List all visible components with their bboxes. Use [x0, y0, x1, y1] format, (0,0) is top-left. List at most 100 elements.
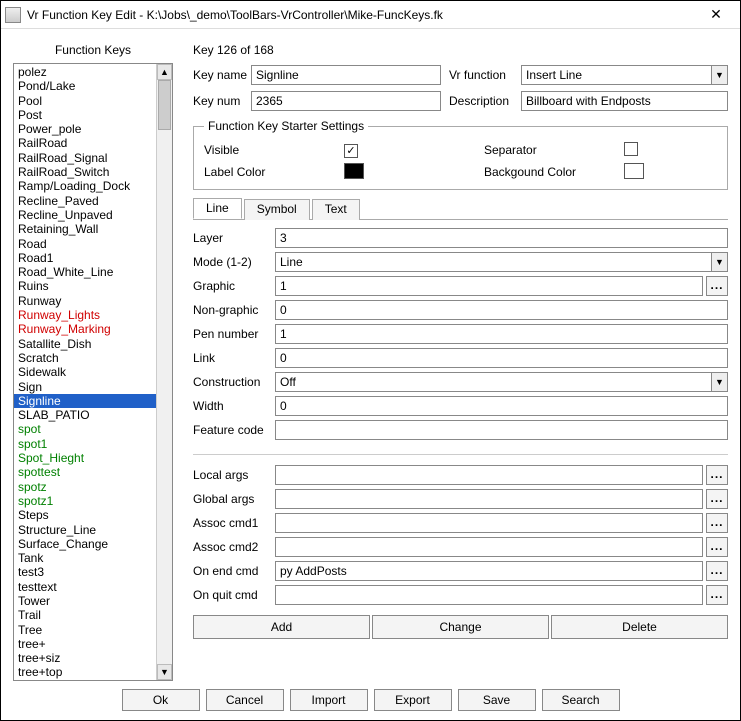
list-item[interactable]: Sign	[14, 380, 156, 394]
localargs-browse-button[interactable]: ...	[706, 465, 728, 485]
add-button[interactable]: Add	[193, 615, 370, 639]
link-label: Link	[193, 351, 275, 365]
list-item[interactable]: spot1	[14, 437, 156, 451]
layer-label: Layer	[193, 231, 275, 245]
list-item[interactable]: Structure_Line	[14, 523, 156, 537]
link-input[interactable]	[275, 348, 728, 368]
list-item[interactable]: Signline	[14, 394, 156, 408]
list-item[interactable]: spotz1	[14, 494, 156, 508]
export-button[interactable]: Export	[374, 689, 452, 711]
list-item[interactable]: Road	[14, 237, 156, 251]
save-button[interactable]: Save	[458, 689, 536, 711]
import-button[interactable]: Import	[290, 689, 368, 711]
list-item[interactable]: test3	[14, 565, 156, 579]
mode-combo[interactable]: Line▼	[275, 252, 728, 272]
list-item[interactable]: RailRoad	[14, 136, 156, 150]
list-item[interactable]: Surface_Change	[14, 537, 156, 551]
onquit-label: On quit cmd	[193, 588, 275, 602]
list-item[interactable]: RailRoad_Signal	[14, 151, 156, 165]
tab-line[interactable]: Line	[193, 198, 242, 219]
list-item[interactable]: Spot_Hieght	[14, 451, 156, 465]
construction-combo[interactable]: Off▼	[275, 372, 728, 392]
feature-input[interactable]	[275, 420, 728, 440]
list-item[interactable]: Runway	[14, 294, 156, 308]
separator-checkbox[interactable]	[624, 142, 638, 156]
list-item[interactable]: polez	[14, 65, 156, 79]
list-item[interactable]: Sidewalk	[14, 365, 156, 379]
nongraphic-input[interactable]	[275, 300, 728, 320]
onend-input[interactable]	[275, 561, 703, 581]
pen-input[interactable]	[275, 324, 728, 344]
list-item[interactable]: Runway_Lights	[14, 308, 156, 322]
list-item[interactable]: Pool	[14, 94, 156, 108]
search-button[interactable]: Search	[542, 689, 620, 711]
list-item[interactable]: Scratch	[14, 351, 156, 365]
globalargs-browse-button[interactable]: ...	[706, 489, 728, 509]
width-input[interactable]	[275, 396, 728, 416]
cancel-button[interactable]: Cancel	[206, 689, 284, 711]
list-item[interactable]: Ruins	[14, 279, 156, 293]
list-item[interactable]: testtext	[14, 580, 156, 594]
onend-browse-button[interactable]: ...	[706, 561, 728, 581]
scroll-down-icon[interactable]: ▼	[157, 664, 172, 680]
scroll-up-icon[interactable]: ▲	[157, 64, 172, 80]
graphic-input[interactable]	[275, 276, 703, 296]
list-item[interactable]: Tower	[14, 594, 156, 608]
list-item[interactable]: Tree	[14, 623, 156, 637]
bgcolor-swatch[interactable]	[624, 163, 644, 179]
onquit-input[interactable]	[275, 585, 703, 605]
localargs-input[interactable]	[275, 465, 703, 485]
list-item[interactable]: Steps	[14, 508, 156, 522]
vrfunction-combo[interactable]: Insert Line ▼	[521, 65, 728, 85]
list-item[interactable]: Pond/Lake	[14, 79, 156, 93]
list-item[interactable]: tree+	[14, 637, 156, 651]
vrfunction-value: Insert Line	[522, 68, 711, 82]
close-icon[interactable]: ✕	[696, 6, 736, 23]
list-item[interactable]: Recline_Paved	[14, 194, 156, 208]
list-item[interactable]: Recline_Unpaved	[14, 208, 156, 222]
list-item[interactable]: tree+top	[14, 665, 156, 679]
onquit-browse-button[interactable]: ...	[706, 585, 728, 605]
list-item[interactable]: Road_White_Line	[14, 265, 156, 279]
list-item[interactable]: Post	[14, 108, 156, 122]
keynum-input[interactable]	[251, 91, 441, 111]
list-item[interactable]: SLAB_PATIO	[14, 408, 156, 422]
delete-button[interactable]: Delete	[551, 615, 728, 639]
assoccmd2-input[interactable]	[275, 537, 703, 557]
list-item[interactable]: Retaining_Wall	[14, 222, 156, 236]
list-item[interactable]: spottest	[14, 465, 156, 479]
visible-checkbox[interactable]: ✓	[344, 144, 358, 158]
keyname-input[interactable]	[251, 65, 441, 85]
list-item[interactable]: Satallite_Dish	[14, 337, 156, 351]
list-item[interactable]: spot	[14, 422, 156, 436]
tab-text[interactable]: Text	[312, 199, 360, 220]
list-item[interactable]: Power_pole	[14, 122, 156, 136]
chevron-down-icon[interactable]: ▼	[711, 66, 727, 84]
assoccmd1-input[interactable]	[275, 513, 703, 533]
list-item[interactable]: Road1	[14, 251, 156, 265]
globalargs-input[interactable]	[275, 489, 703, 509]
list-item[interactable]: Ramp/Loading_Dock	[14, 179, 156, 193]
assoccmd1-browse-button[interactable]: ...	[706, 513, 728, 533]
change-button[interactable]: Change	[372, 615, 549, 639]
labelcolor-swatch[interactable]	[344, 163, 364, 179]
list-item[interactable]: RailRoad_Switch	[14, 165, 156, 179]
key-counter: Key 126 of 168	[193, 39, 728, 65]
tab-symbol[interactable]: Symbol	[244, 199, 310, 220]
layer-input[interactable]	[275, 228, 728, 248]
window-title: Vr Function Key Edit - K:\Jobs\_demo\Too…	[27, 8, 696, 22]
list-item[interactable]: tree+siz	[14, 651, 156, 665]
assoccmd2-browse-button[interactable]: ...	[706, 537, 728, 557]
function-keys-list[interactable]: polezPond/LakePoolPostPower_poleRailRoad…	[13, 63, 173, 681]
ok-button[interactable]: Ok	[122, 689, 200, 711]
list-item[interactable]: Tank	[14, 551, 156, 565]
chevron-down-icon[interactable]: ▼	[711, 253, 727, 271]
chevron-down-icon[interactable]: ▼	[711, 373, 727, 391]
list-item[interactable]: Runway_Marking	[14, 322, 156, 336]
list-scrollbar[interactable]: ▲ ▼	[156, 64, 172, 680]
description-input[interactable]	[521, 91, 728, 111]
list-item[interactable]: Trail	[14, 608, 156, 622]
list-item[interactable]: spotz	[14, 480, 156, 494]
graphic-browse-button[interactable]: ...	[706, 276, 728, 296]
scroll-thumb[interactable]	[158, 80, 171, 130]
